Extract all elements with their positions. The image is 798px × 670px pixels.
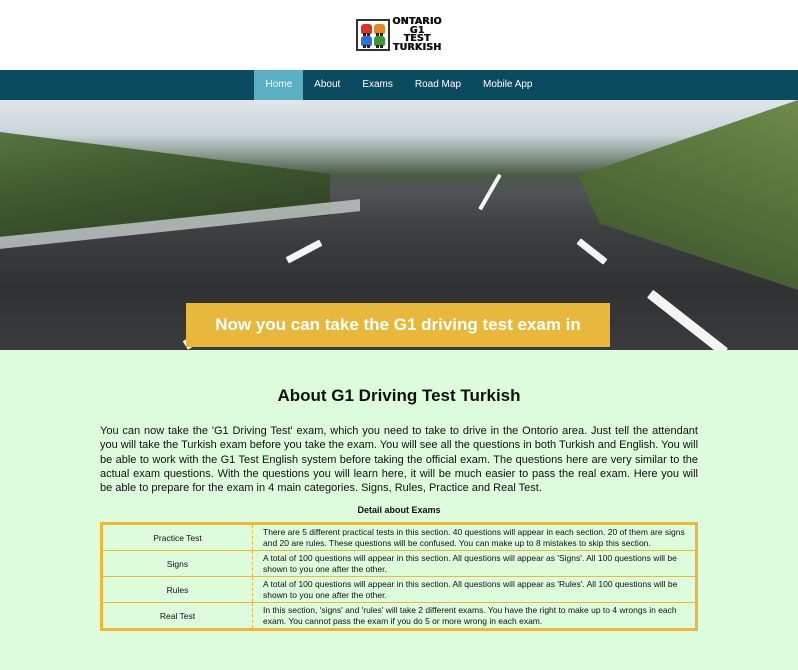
table-row: Signs A total of 100 questions will appe… [101, 550, 697, 577]
nav-item-road-map[interactable]: Road Map [404, 70, 472, 100]
exam-description: There are 5 different practical tests in… [263, 527, 685, 548]
exam-description: A total of 100 questions will appear in … [252, 576, 697, 603]
main-content: About G1 Driving Test Turkish You can no… [0, 350, 798, 632]
cars-icon [356, 19, 391, 51]
table-row: Real Test In this section, 'signs' and '… [101, 602, 697, 630]
road-marking [576, 238, 608, 265]
exam-details-table: Practice Test There are 5 different prac… [100, 522, 698, 632]
exam-description: A total of 100 questions will appear in … [252, 550, 697, 577]
exam-description: In this section, 'signs' and 'rules' wil… [252, 602, 697, 630]
road-marking [646, 289, 729, 350]
about-title: About G1 Driving Test Turkish [277, 386, 521, 405]
hero-hill-right [578, 100, 798, 290]
nav-item-home[interactable]: Home [254, 70, 304, 100]
road-marking [478, 173, 502, 211]
main-nav: Home About Exams Road Map Mobile App [0, 70, 798, 100]
car-green-icon [374, 36, 386, 48]
detail-title: Detail about Exams [357, 505, 441, 516]
about-text: You can now take the 'G1 Driving Test' e… [100, 425, 699, 495]
exam-name: Practice Test [101, 523, 253, 551]
table-row: Practice Test There are 5 different prac… [101, 523, 697, 551]
exam-name: Signs [101, 550, 253, 577]
logo-line: TURKISH [392, 41, 442, 53]
logo-text: ONTARIO G1 TEST TURKISH [392, 17, 442, 53]
exam-name: Real Test [101, 602, 253, 630]
nav-menu: Home About Exams Road Map Mobile App [254, 70, 543, 100]
nav-item-about[interactable]: About [303, 70, 351, 100]
table-row: Rules A total of 100 questions will appe… [101, 576, 697, 603]
site-header: ONTARIO G1 TEST TURKISH [0, 0, 798, 70]
car-blue-icon [361, 36, 373, 48]
hero-title: Now you can take the G1 driving test exa… [186, 303, 610, 347]
site-logo[interactable]: ONTARIO G1 TEST TURKISH [356, 17, 442, 53]
car-orange-icon [374, 24, 386, 36]
exam-name: Rules [101, 576, 253, 603]
car-red-icon [361, 24, 373, 36]
nav-item-mobile-app[interactable]: Mobile App [472, 70, 543, 100]
road-marking [285, 239, 323, 264]
hero-banner: Now you can take the G1 driving test exa… [0, 100, 798, 350]
nav-item-exams[interactable]: Exams [351, 70, 404, 100]
